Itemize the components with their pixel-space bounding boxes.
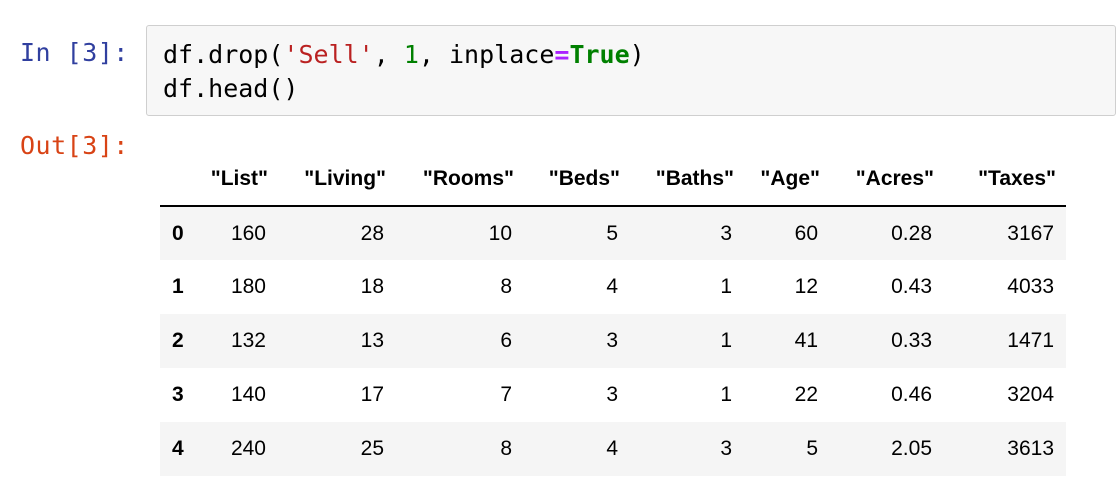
table-cell: 13 [360, 329, 384, 352]
table-cell: 4 [606, 275, 618, 298]
table-cell: 5 [606, 221, 618, 245]
code-operator-token: = [554, 40, 570, 69]
table-cell: 1 [720, 383, 732, 406]
table-cell: 4033 [1007, 275, 1054, 298]
table-row: 2 132 13 6 3 1 41 0.33 1471 [160, 314, 1066, 368]
table-cell: 180 [230, 275, 266, 298]
column-header: "Acres" [830, 152, 944, 207]
row-index: 4 [172, 437, 184, 460]
table-cell: 3 [720, 221, 732, 245]
table-cell: 132 [230, 329, 266, 352]
input-prompt: In [3]: [20, 38, 129, 67]
row-index: 0 [172, 221, 184, 245]
column-header: "Age" [744, 152, 830, 207]
code-token: , inplace [418, 40, 555, 69]
table-cell: 240 [230, 437, 266, 460]
row-index: 2 [172, 329, 184, 352]
column-header: "Taxes" [944, 152, 1066, 207]
table-cell: 3167 [1007, 221, 1054, 245]
table-cell: 0.43 [891, 275, 932, 298]
column-header: "Baths" [630, 152, 744, 207]
table-header-row: "List" "Living" "Rooms" "Beds" "Baths" "… [160, 152, 1066, 207]
table-cell: 3204 [1007, 383, 1054, 406]
table-cell: 160 [230, 221, 266, 245]
table-cell: 10 [488, 221, 512, 245]
table-cell: 0.46 [891, 383, 932, 406]
table-cell: 0.28 [891, 221, 932, 245]
table-row: 1 180 18 8 4 1 12 0.43 4033 [160, 260, 1066, 314]
table-cell: 25 [360, 437, 384, 460]
table-cell: 5 [806, 437, 818, 460]
code-token: df.drop( [163, 40, 284, 69]
table-cell: 1 [720, 329, 732, 352]
table-cell: 22 [794, 383, 818, 406]
row-index: 3 [172, 383, 184, 406]
table-cell: 12 [794, 275, 818, 298]
table-cell: 6 [500, 329, 512, 352]
table-cell: 41 [794, 329, 818, 352]
code-token: ) [629, 40, 645, 69]
code-number-token: 1 [403, 40, 419, 69]
table-cell: 2.05 [891, 437, 932, 460]
code-string-token: 'Sell' [283, 40, 374, 69]
table-cell: 18 [360, 275, 384, 298]
table-cell: 60 [794, 221, 818, 245]
code-cell[interactable]: df.drop('Sell', 1, inplace=True) df.head(… [146, 25, 1116, 116]
table-cell: 8 [500, 437, 512, 460]
output-prompt: Out[3]: [20, 131, 129, 160]
table-cell: 3613 [1007, 437, 1054, 460]
table-row: 3 140 17 7 3 1 22 0.46 3204 [160, 368, 1066, 422]
table-cell: 1471 [1007, 329, 1054, 352]
dataframe-table: "List" "Living" "Rooms" "Beds" "Baths" "… [160, 152, 1066, 476]
table-cell: 28 [360, 221, 384, 245]
table-cell: 1 [720, 275, 732, 298]
column-header: "Beds" [524, 152, 630, 207]
column-header: "Rooms" [396, 152, 524, 207]
table-cell: 3 [606, 383, 618, 406]
table-cell: 4 [606, 437, 618, 460]
column-header: "List" [198, 152, 278, 207]
column-header: "Living" [278, 152, 396, 207]
code-token: , [373, 40, 404, 69]
code-keyword-token: True [569, 40, 630, 69]
index-header [160, 152, 198, 207]
table-cell: 3 [720, 437, 732, 460]
code-line-2: df.head() [163, 74, 299, 103]
table-cell: 140 [230, 383, 266, 406]
table-cell: 7 [500, 383, 512, 406]
code-line-1: df.drop('Sell', 1, inplace=True) [163, 38, 645, 72]
table-cell: 17 [360, 383, 384, 406]
row-index: 1 [172, 275, 184, 298]
table-row: 0 160 28 10 5 3 60 0.28 3167 [160, 206, 1066, 260]
code-editor[interactable]: df.drop('Sell', 1, inplace=True) df.head(… [163, 38, 645, 106]
table-cell: 0.33 [891, 329, 932, 352]
table-cell: 3 [606, 329, 618, 352]
table-row: 4 240 25 8 4 3 5 2.05 3613 [160, 422, 1066, 476]
table-cell: 8 [500, 275, 512, 298]
